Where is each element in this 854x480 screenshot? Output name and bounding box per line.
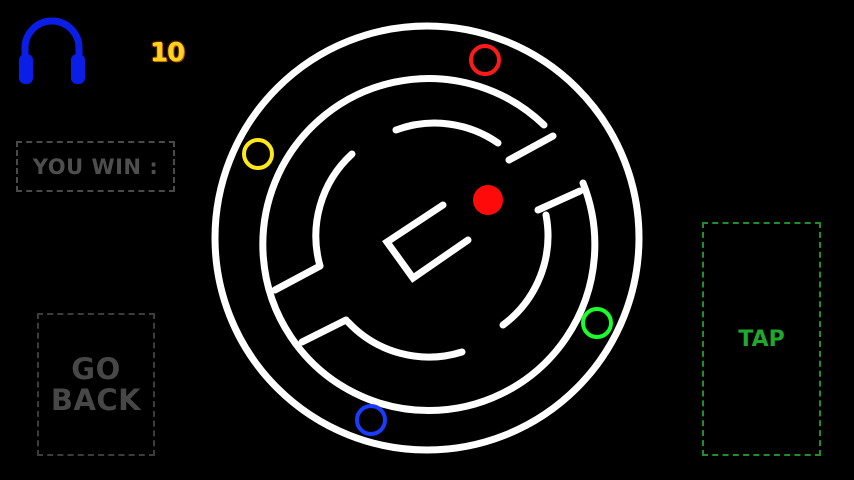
maze-connector-bottom-left [298,316,350,346]
maze-ring-3-top-wall [392,119,502,147]
circular-maze[interactable] [0,0,854,480]
red-target-ring [469,44,501,76]
yellow-target-ring [242,138,274,170]
maze-ring-3-right-wall [499,211,552,329]
maze-connector-left [271,262,324,294]
blue-target-ring [355,404,387,436]
maze-outer-wall [211,22,643,454]
player-ball [473,185,503,215]
maze-connector-top-right [505,132,557,164]
maze-ring-3-left-wall [312,150,356,270]
green-target-ring [581,307,613,339]
maze-ring-3-bottom-wall [344,318,466,361]
maze-connector-right [534,187,584,214]
maze-center-wall [382,201,472,283]
